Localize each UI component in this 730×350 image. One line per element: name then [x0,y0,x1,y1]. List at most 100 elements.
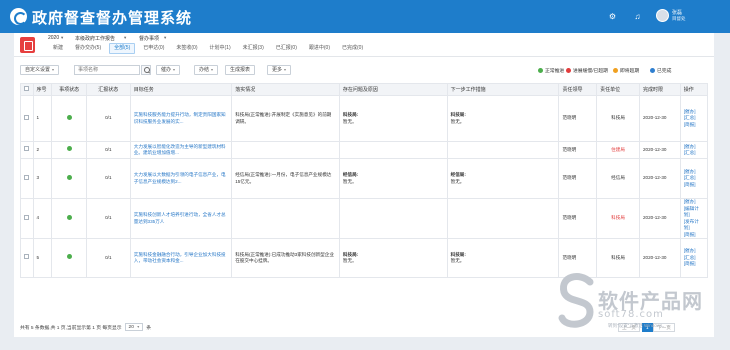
row-next-step: 科技局: 暂无。 [446,95,560,142]
row-deadline: 2020-12-30 [638,141,681,159]
row-report-status: 0/1 [85,95,131,142]
row-number: 4 [32,198,53,239]
search-icon[interactable] [141,65,151,75]
row-next-step-text: 暂无。 [450,178,465,184]
app-logo-icon [10,8,27,25]
report-selector[interactable]: 本级政府工作报告 [75,35,115,42]
row-actions: [催办] [编辑计划] [发布计划] [简报] [679,198,709,239]
tab-7[interactable]: 已汇报(0) [272,43,301,54]
row-task[interactable]: 大力发展以大数据为引领的电子信息产业，电子信息产业规模达到2... [129,158,233,199]
row-checkbox[interactable] [20,198,34,239]
row-checkbox[interactable] [20,238,34,278]
row-action-link[interactable]: [简报] [684,122,704,129]
avatar[interactable] [656,9,669,22]
custom-view-button[interactable]: 自定义设置 ▾ [20,65,60,75]
select-all-checkbox[interactable] [20,83,34,96]
table-row[interactable]: 2 0/1 大力发展以智能化改造为主导的新型建筑材料业。建筑业增加值增... 范晓明住… [20,141,709,159]
row-report-status: 0/1 [85,198,131,239]
table-row[interactable]: 5 0/1 实施科技金融融合行动，引导企业加大科技投入，带动社会资本和金... 科技局… [20,238,709,278]
row-report-status: 0/1 [85,238,131,278]
chevron-down-icon: ▾ [164,35,167,40]
table-header-row: 序号 事项状态 汇报状态 目标任务 落实情况 存在问题及原因 下一步工作措施 责… [20,83,709,96]
search-input[interactable] [74,65,140,75]
row-leader: 范晓明 [558,95,598,142]
status-dot-icon [66,146,72,152]
header-unit: 责任单位 [596,83,640,96]
row-deadline: 2020-12-30 [638,238,681,278]
legend-label: 进展缓慢/已超期 [573,69,608,74]
row-unit: 住建局 [596,141,640,159]
row-action-link[interactable]: [简报] [684,232,704,238]
urge-button[interactable]: 催办 ▾ [156,65,181,75]
row-status [51,238,87,278]
tab-6[interactable]: 未汇报(3) [239,43,268,54]
row-actions: [催办] [汇总] [679,141,709,159]
user-name[interactable]: 张磊 [672,9,682,16]
legend-label: 正常推进 [545,69,565,74]
tab-9[interactable]: 已完成(0) [338,43,367,54]
header-next-step: 下一步工作措施 [446,83,560,96]
row-problem-text: 暂无。 [342,118,357,124]
task-link[interactable]: 实施科技金融融合行动，引导企业加大科技投入，带动社会资本和金... [134,252,226,264]
notification-bell-icon[interactable]: ♫ [633,12,642,21]
status-dot-icon [650,68,655,73]
user-department: 目督处 [672,16,686,21]
row-deadline: 2020-12-30 [638,198,681,239]
row-task[interactable]: 实施科技创新人才培养引进行动，全省人才总量达到335万人 [129,198,233,239]
row-checkbox[interactable] [20,95,34,142]
row-action-link[interactable]: [发布计划] [684,219,704,232]
tab-4[interactable]: 未签收(0) [172,43,201,54]
row-action-link[interactable]: [汇总] [684,150,704,157]
header-no: 序号 [32,83,53,96]
row-action-link[interactable]: [简报] [684,182,704,189]
row-status [51,198,87,239]
row-number: 5 [32,238,53,278]
tab-2[interactable]: 全部(5) [109,43,136,54]
generate-report-button[interactable]: 生成报表 [225,65,256,75]
chevron-down-icon: ▾ [61,35,64,40]
row-number: 2 [32,141,53,159]
tab-5[interactable]: 计划中(1) [206,43,235,54]
status-dot-icon [566,68,571,73]
handle-button[interactable]: 办结 ▾ [194,65,219,75]
category-selector[interactable]: 督办事项 [139,35,159,42]
page-size-select[interactable]: 20 ▾ [124,323,144,331]
row-problem-unit: 经信局: [342,172,359,177]
row-progress: 经信局(正常推进):一月份，电子信息产业规模达15亿元。 [231,158,340,199]
legend-item: 已完成 [650,67,671,74]
row-deadline: 2020-12-30 [638,95,681,142]
progress-text: 科技局(正常推进):开展制定《实施意见》的前期调研。 [235,112,332,124]
row-deadline: 2020-12-30 [638,158,681,199]
legend-item: 进展缓慢/已超期 [566,67,608,74]
legend-label: 已完成 [657,69,672,74]
table-row[interactable]: 3 0/1 大力发展以大数据为引领的电子信息产业，电子信息产业规模达到2... 经信局… [20,158,709,199]
row-checkbox[interactable] [20,141,34,159]
table-row[interactable]: 4 0/1 实施科技创新人才培养引进行动，全省人才总量达到335万人 范晓明 科技局 20… [20,198,709,239]
row-actions: [催办] [汇总] [简报] [679,158,709,199]
row-problem: 经信局: 暂无。 [338,158,448,199]
row-task[interactable]: 实施科技金融融合行动，引导企业加大科技投入，带动社会资本和金... [129,238,233,278]
header-actions: 操作 [679,83,709,96]
settings-icon[interactable]: ⚙ [608,12,617,21]
year-selector[interactable]: 2020 [48,35,59,41]
task-link[interactable]: 实施科技创新人才培养引进行动，全省人才总量达到335万人 [134,212,226,224]
row-problem-unit: 科技局: [342,112,359,117]
tab-1[interactable]: 督办交办(5) [71,43,105,54]
tab-3[interactable]: 已申达(0) [139,43,168,54]
row-checkbox[interactable] [20,158,34,199]
row-action-link[interactable]: [编辑计划] [684,206,704,219]
row-task[interactable]: 实施科技服务能力提升行动，制定贵阳国家知识科技服务业发展的实... [129,95,233,142]
tab-8[interactable]: 跟进中(0) [305,43,334,54]
table-row[interactable]: 1 0/1 实施科技服务能力提升行动，制定贵阳国家知识科技服务业发展的实... 科技局… [20,95,709,142]
more-button[interactable]: 更多 ▾ [267,65,292,75]
status-dot-icon [66,174,72,180]
status-tabs: 新建 督办交办(5) 全部(5) 已申达(0) 未签收(0) 计划中(1) 未汇报(3) 已汇… [49,43,371,54]
tab-0[interactable]: 新建 [49,43,67,54]
row-action-link[interactable]: [简报] [684,261,704,268]
task-link[interactable]: 大力发展以大数据为引领的电子信息产业，电子信息产业规模达到2... [134,172,226,184]
task-link[interactable]: 实施科技服务能力提升行动，制定贵阳国家知识科技服务业发展的实... [134,112,226,124]
row-status [51,158,87,199]
row-task[interactable]: 大力发展以智能化改造为主导的新型建筑材料业。建筑业增加值增... [129,141,233,159]
status-dot-icon [613,68,618,73]
task-link[interactable]: 大力发展以智能化改造为主导的新型建筑材料业。建筑业增加值增... [134,144,226,156]
